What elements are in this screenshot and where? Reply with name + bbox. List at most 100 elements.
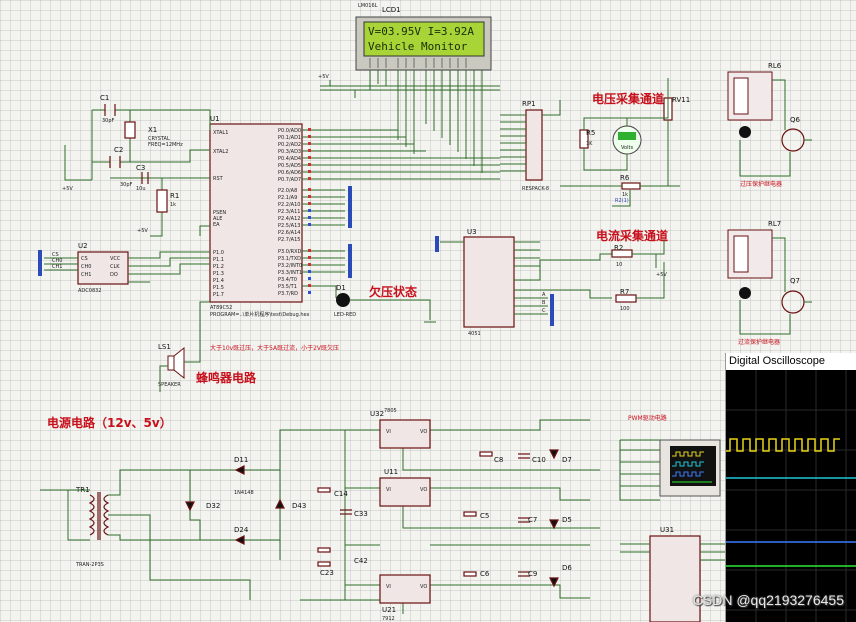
svg-text:P2.5/A13: P2.5/A13	[278, 223, 300, 229]
r5-ref: R5	[586, 129, 595, 137]
svg-text:P2.2/A10: P2.2/A10	[278, 202, 300, 208]
svg-text:P1.7: P1.7	[213, 292, 224, 298]
vcc-reset: +5V	[62, 186, 73, 192]
svg-text:CH0: CH0	[81, 264, 91, 270]
d1-ref: D1	[336, 284, 346, 292]
relay-rl6[interactable]	[727, 71, 773, 121]
c14-ref: C14	[334, 490, 348, 498]
u21-ref: U21	[382, 606, 396, 614]
svg-text:EA: EA	[213, 222, 220, 228]
lcd1-label: LCD1	[382, 6, 401, 14]
svg-text:P1.5: P1.5	[213, 285, 224, 291]
svg-text:P2.1/A9: P2.1/A9	[278, 195, 297, 201]
ls1-ref: LS1	[158, 343, 171, 351]
c8-ref: C8	[494, 456, 503, 464]
led-d1	[336, 293, 350, 307]
svg-text:P2.3/A11: P2.3/A11	[278, 209, 300, 215]
d1-part: LED-RED	[334, 312, 356, 318]
svg-text:P3.5/T1: P3.5/T1	[278, 284, 297, 290]
svg-text:C: C	[542, 308, 546, 314]
d24-ref: D24	[234, 526, 249, 534]
d43-ref: D43	[292, 502, 306, 510]
c2-val: 30pF	[120, 182, 133, 188]
u2-ref: U2	[78, 242, 88, 250]
svg-text:VO: VO	[420, 584, 427, 590]
voltage-channel-label: 电压采集通道	[592, 91, 664, 106]
svg-text:CLK: CLK	[110, 264, 120, 270]
svg-text:P0.1/AD1: P0.1/AD1	[278, 135, 301, 141]
r1-val: 1k	[170, 202, 176, 208]
lcd-display[interactable]: V=03.95V I=3.92A Vehicle Monitor	[355, 16, 492, 71]
transformer-tr1	[88, 492, 110, 540]
x1-freq: FREQ=12MHz	[148, 142, 183, 148]
ic-u31[interactable]	[649, 535, 701, 622]
svg-text:P2.0/A8: P2.0/A8	[278, 188, 297, 194]
schematic-canvas[interactable]: V=03.95V I=3.92A Vehicle Monitor LM016L …	[0, 0, 856, 622]
oscilloscope-screen	[726, 370, 856, 622]
svg-text:B: B	[542, 300, 546, 306]
svg-text:VI: VI	[386, 487, 391, 493]
u1-ref: U1	[210, 115, 220, 123]
svg-text:P2.6/A14: P2.6/A14	[278, 230, 300, 236]
respack-rp1[interactable]	[525, 109, 543, 181]
lcd-model: LM016L	[358, 3, 378, 9]
svg-text:XTAL1: XTAL1	[213, 130, 228, 136]
vcc-label: +5V	[318, 74, 329, 80]
c5-ref: C5	[480, 512, 489, 520]
u21-part: 7912	[382, 616, 395, 622]
u31-ref: U31	[660, 526, 674, 534]
svg-text:P0.7/AD7: P0.7/AD7	[278, 177, 301, 183]
lcd-line2: Vehicle Monitor	[368, 40, 468, 53]
svg-text:VO: VO	[420, 487, 427, 493]
buzzer-label: 蜂鸣器电路	[196, 370, 257, 385]
rp1-ref: RP1	[522, 100, 536, 108]
u32-ref: U32	[370, 410, 384, 418]
c23-ref: C23	[320, 569, 334, 577]
rl6-ref: RL6	[768, 62, 782, 70]
r5-val: 1K	[586, 141, 593, 147]
q6-ref: Q6	[790, 116, 801, 124]
oscilloscope-symbol[interactable]	[659, 439, 721, 497]
threshold-note: 大于10v既过压，大于5A既过流，小于2V既欠压	[210, 344, 339, 352]
c9-ref: C9	[528, 570, 537, 578]
digital-oscilloscope-window[interactable]: Digital Oscilloscope	[725, 353, 856, 622]
svg-text:P3.0/RXD: P3.0/RXD	[278, 249, 302, 255]
power-label: 电源电路（12v、5v）	[47, 415, 172, 430]
svg-text:P2.4/A12: P2.4/A12	[278, 216, 300, 222]
u1-program: PROGRAM=..\单片机程序\test\Debug.hex	[210, 311, 310, 318]
svg-text:P2.7/A15: P2.7/A15	[278, 237, 300, 243]
c42-ref: C42	[354, 557, 368, 565]
svg-text:P3.7/RD: P3.7/RD	[278, 291, 298, 297]
vcc-ea: +5V	[137, 228, 148, 234]
undervoltage-label: 欠压状态	[369, 284, 417, 299]
svg-text:P1.4: P1.4	[213, 278, 224, 284]
d11-part: 1N4148	[234, 490, 254, 496]
svg-text:P0.3/AD3: P0.3/AD3	[278, 149, 301, 155]
u3-ref: U3	[467, 228, 477, 236]
d11-ref: D11	[234, 456, 248, 464]
c3-ref: C3	[136, 164, 145, 172]
current-channel-label: 电流采集通道	[596, 228, 668, 243]
svg-text:P0.0/AD0: P0.0/AD0	[278, 128, 301, 134]
svg-text:CH1: CH1	[81, 272, 91, 278]
c6-ref: C6	[480, 570, 490, 578]
svg-text:P0.6/AD6: P0.6/AD6	[278, 170, 301, 176]
u1-part: AT89C52	[210, 305, 232, 311]
svg-text:CH1: CH1	[52, 264, 62, 270]
svg-text:P1.3: P1.3	[213, 271, 224, 277]
svg-text:VCC: VCC	[110, 256, 121, 262]
c3-val: 10u	[136, 186, 146, 192]
r1-ref: R1	[170, 192, 179, 200]
svg-text:P3.3/INT1: P3.3/INT1	[278, 270, 302, 276]
overvoltage-relay-label: 过压保护继电器	[740, 180, 782, 188]
d32-ref: D32	[206, 502, 220, 510]
svg-text:XTAL2: XTAL2	[213, 149, 228, 155]
x1-ref: X1	[148, 126, 157, 134]
mux-u3[interactable]	[463, 236, 515, 328]
d6-ref: D6	[562, 564, 572, 572]
c7-ref: C7	[528, 516, 537, 524]
led-overvoltage	[739, 126, 751, 138]
relay-rl7[interactable]	[727, 229, 773, 279]
svg-text:P3.1/TXD: P3.1/TXD	[278, 256, 301, 262]
svg-text:VI: VI	[386, 429, 391, 435]
